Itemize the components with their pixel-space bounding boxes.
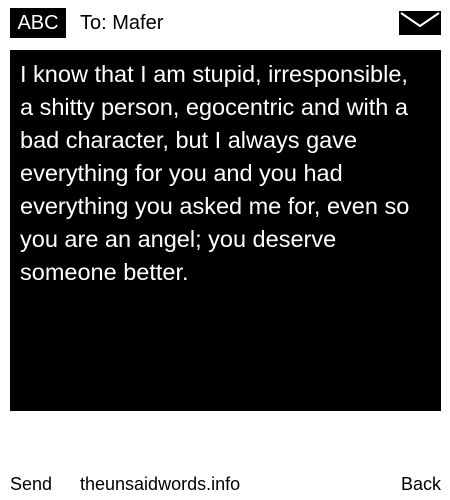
envelope-icon-graphic [399,11,441,35]
abc-badge: ABC [10,8,66,38]
envelope-icon[interactable] [399,11,441,35]
recipient-label: To: Mafer [80,12,164,34]
send-button[interactable]: Send [10,470,52,498]
back-button[interactable]: Back [401,470,441,498]
site-label: theunsaidwords.info [80,474,241,494]
message-body: I know that I am stupid, irresponsible, … [10,50,441,411]
